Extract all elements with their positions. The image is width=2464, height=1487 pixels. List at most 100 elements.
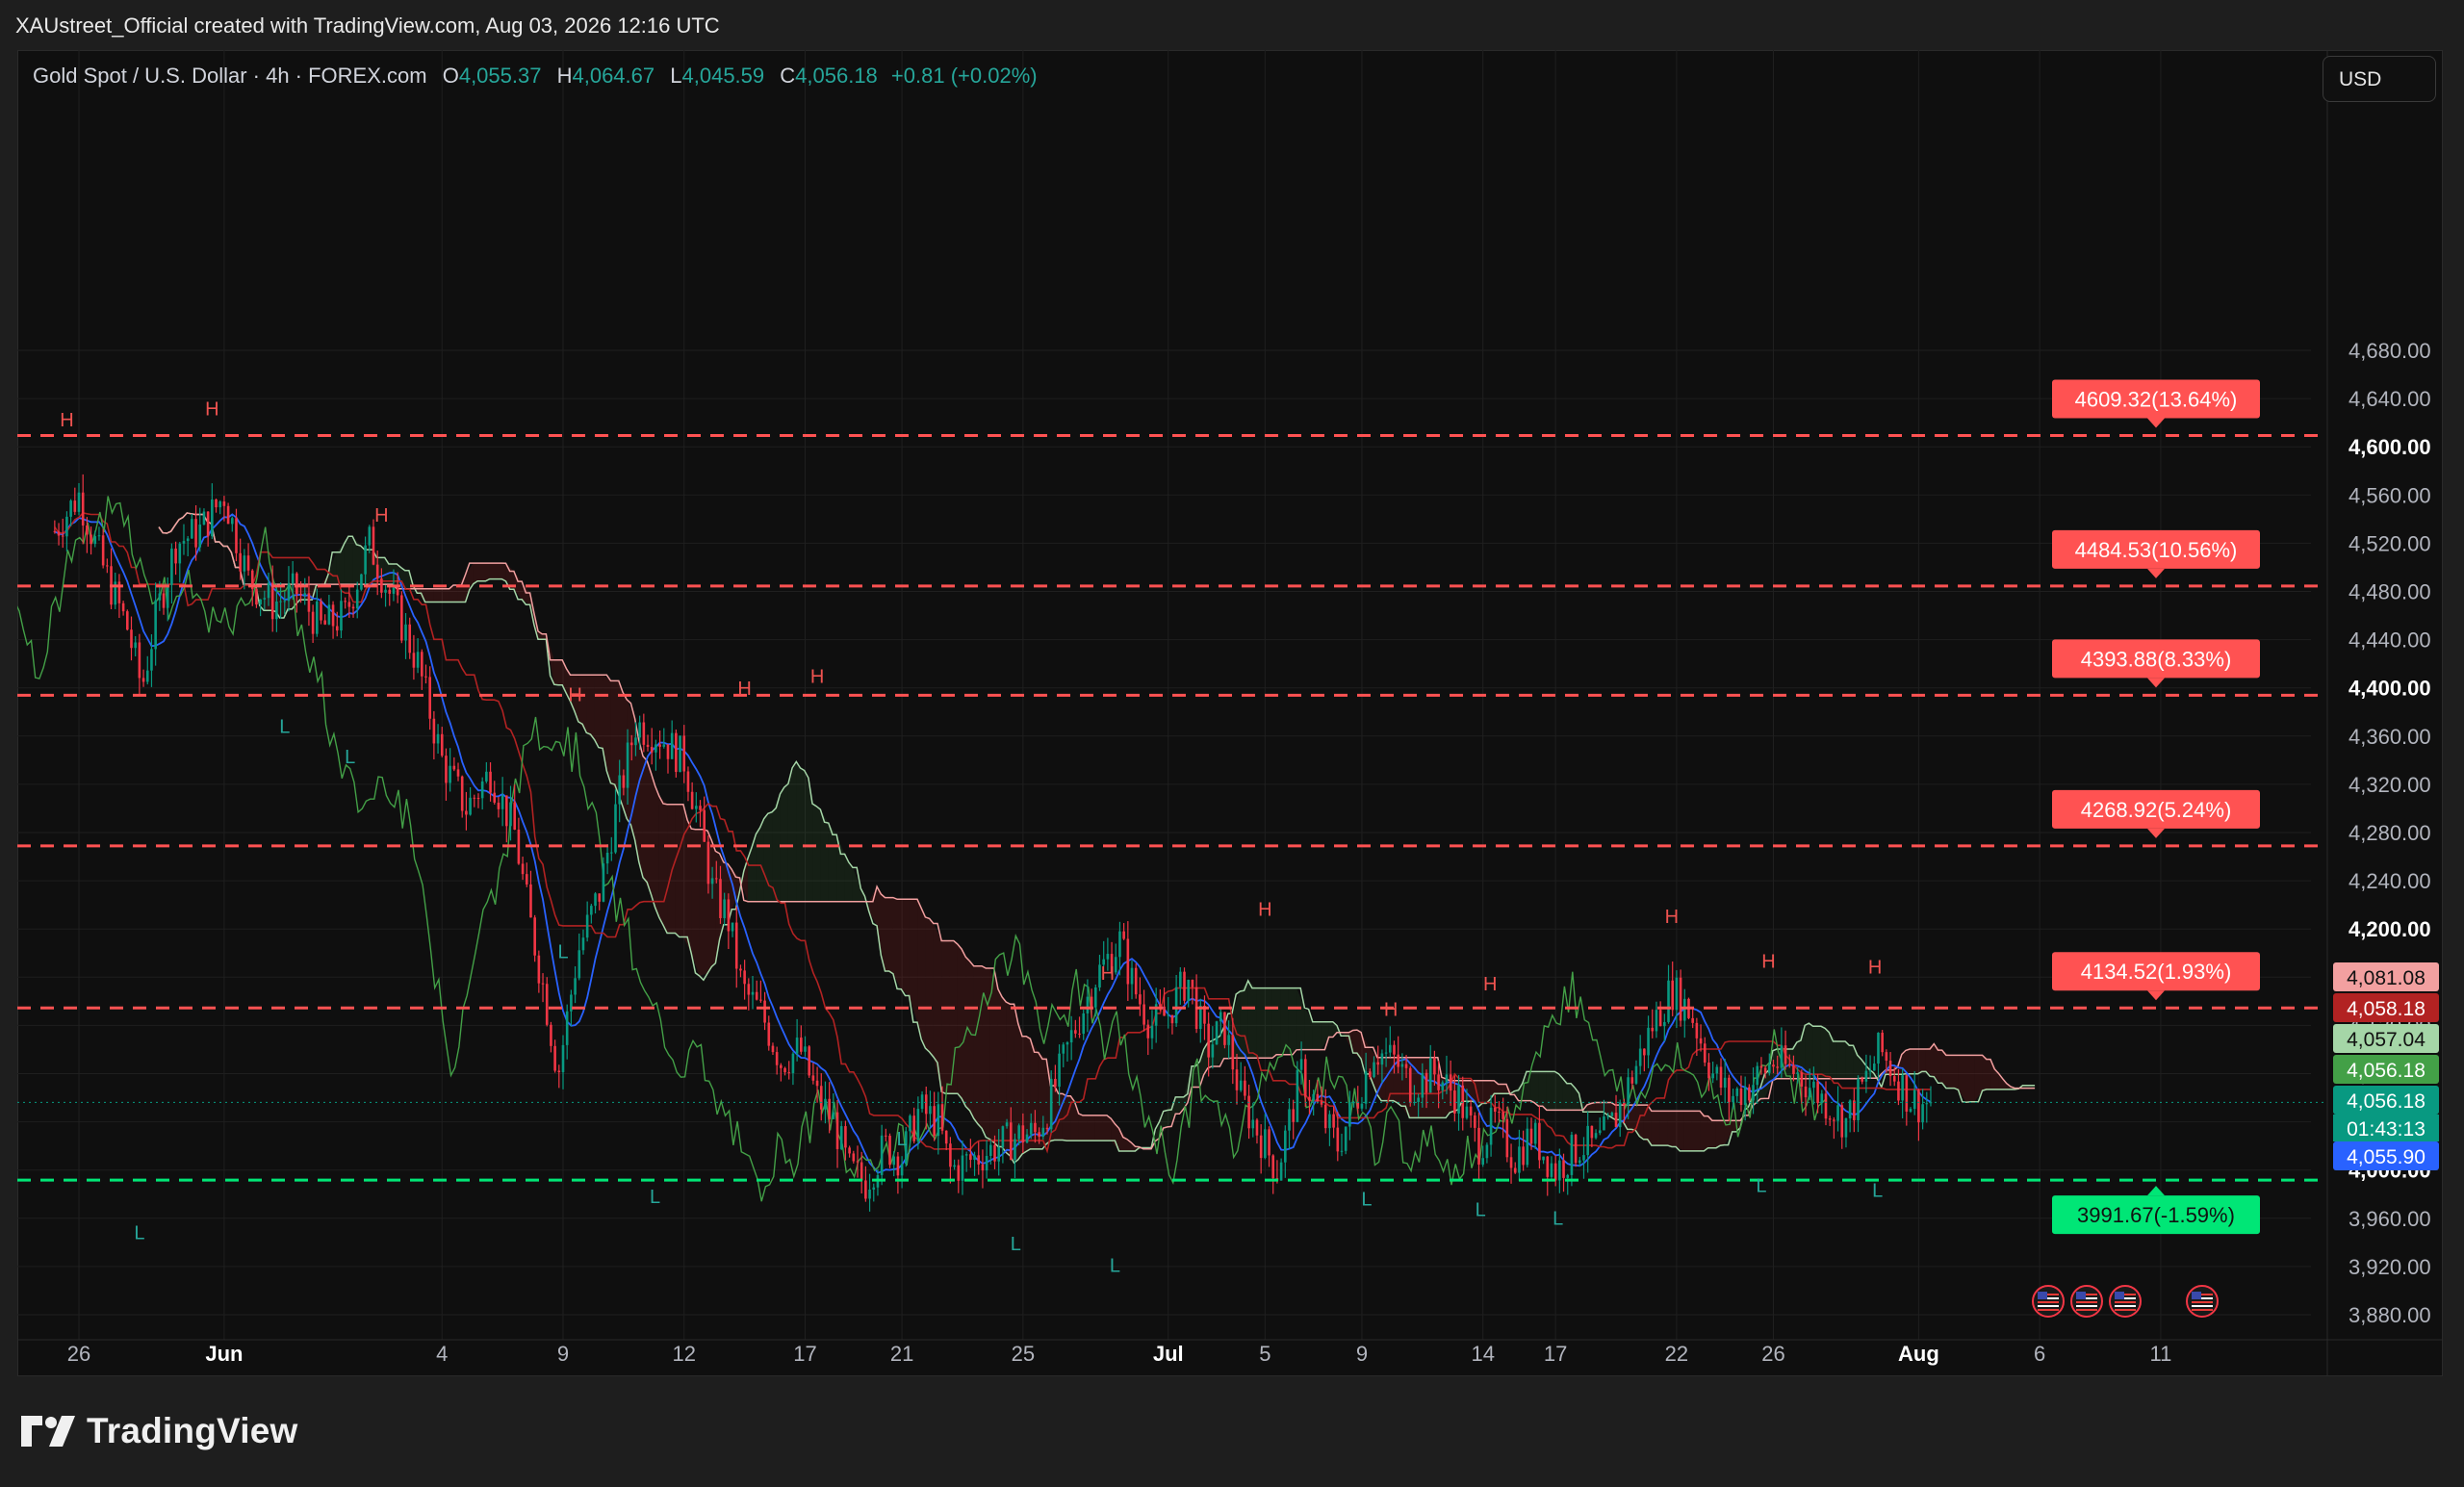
candle [1735,1087,1739,1103]
candle [1122,923,1125,940]
candle-body [1167,1014,1170,1016]
candle [896,1151,900,1194]
candle-body [291,573,295,584]
cloud-segment [941,940,950,1094]
candle-body [1239,1080,1243,1090]
candle-body [642,722,646,745]
candle [1428,1044,1432,1093]
cloud-segment [1271,987,1281,1059]
candle-body [154,600,157,650]
candle [973,1151,976,1176]
candle-body [1433,1058,1436,1075]
us-flag-icon[interactable] [2109,1285,2142,1318]
flag-stripe [2115,1305,2136,1307]
candle-body [215,500,218,508]
candle-body [130,629,133,649]
candle [574,965,577,1004]
cloud-segment [957,944,966,1107]
candle [1082,1010,1086,1040]
candle [1264,1114,1267,1160]
pivot-high-marker: H [810,667,824,688]
candle-body [1558,1160,1561,1181]
candle [86,517,89,553]
currency-button[interactable]: USD [2323,56,2436,102]
candle-body [860,1162,863,1181]
candle-body [1675,977,1679,1011]
cloud-segment [1715,1120,1725,1148]
candle [964,1151,968,1172]
price-chart[interactable]: 4609.32(13.64%) 4484.53(10.56%) 4393.88(8.… [17,50,2443,1376]
candle-body [977,1155,981,1165]
candle-body [1630,1077,1634,1084]
us-flag-icon[interactable] [2032,1285,2065,1318]
candle-body [1655,1010,1658,1032]
symbol-title[interactable]: Gold Spot / U.S. Dollar · 4h · FOREX.com [33,64,427,88]
candle [1723,1059,1727,1104]
candle [1671,961,1675,1016]
candle [436,724,440,755]
candle-body [1139,994,1142,1005]
candle-body [690,791,694,809]
candle [1474,1112,1476,1142]
flag-stripe [2038,1301,2059,1303]
candle-body [493,792,497,803]
candle-body [629,742,633,746]
x-tick-label: Jul [1153,1342,1184,1366]
candle [783,1066,786,1076]
candle [73,487,77,516]
support-level: 3991.67(-1.59%) [17,1178,2327,1235]
candle-body [509,802,512,827]
candle [465,791,468,831]
candle-body [243,555,246,572]
candle [424,664,427,684]
candle-body [561,1044,565,1073]
us-flag-icon[interactable] [2186,1285,2219,1318]
candle-body [537,955,541,984]
candle [1618,1099,1622,1138]
candle [1198,998,1202,1043]
candle [545,977,549,1027]
candle-body [1518,1146,1521,1173]
candle [1247,1084,1250,1140]
candle-body [1183,971,1186,1001]
candle-body [783,1067,786,1073]
candle-body [469,797,472,815]
cloud-segment [1683,1111,1692,1151]
candle-body [1481,1158,1484,1166]
candle-body [69,500,72,517]
candle-body [246,555,250,571]
candle [804,1036,807,1057]
candle-body [351,606,355,609]
candle [320,598,322,625]
candle [1336,1111,1340,1162]
candle-body [1513,1167,1517,1173]
level-label: 4609.32(13.64%) [2075,388,2238,412]
tradingview-logo[interactable]: TradingView [21,1408,297,1454]
candle-body [828,1098,831,1119]
candle-body [1634,1065,1638,1084]
candle [703,796,706,842]
candle-body [392,587,396,594]
candle [1864,1054,1868,1093]
us-flag-icon[interactable] [2070,1285,2103,1318]
cloud-segment [1829,1032,1837,1079]
candle [1522,1130,1525,1171]
candle-body [1840,1105,1844,1138]
candle-body [920,1094,924,1110]
pivot-low-marker: L [650,1187,660,1208]
brand-name: TradingView [87,1411,298,1450]
candle-body [1848,1100,1852,1118]
x-tick-label: 9 [557,1342,569,1366]
level-label: 4484.53(10.56%) [2075,538,2238,562]
candle [1493,1094,1497,1123]
candle-body [1864,1070,1868,1082]
candle [1114,943,1117,975]
candle-body [1159,1004,1162,1007]
candle [1323,1089,1327,1134]
candle [428,666,431,731]
cloud-segment [877,886,886,972]
cloud-segment [642,756,652,895]
candle-body [1251,1119,1255,1129]
candle [775,1046,779,1075]
candle [1014,1133,1016,1179]
